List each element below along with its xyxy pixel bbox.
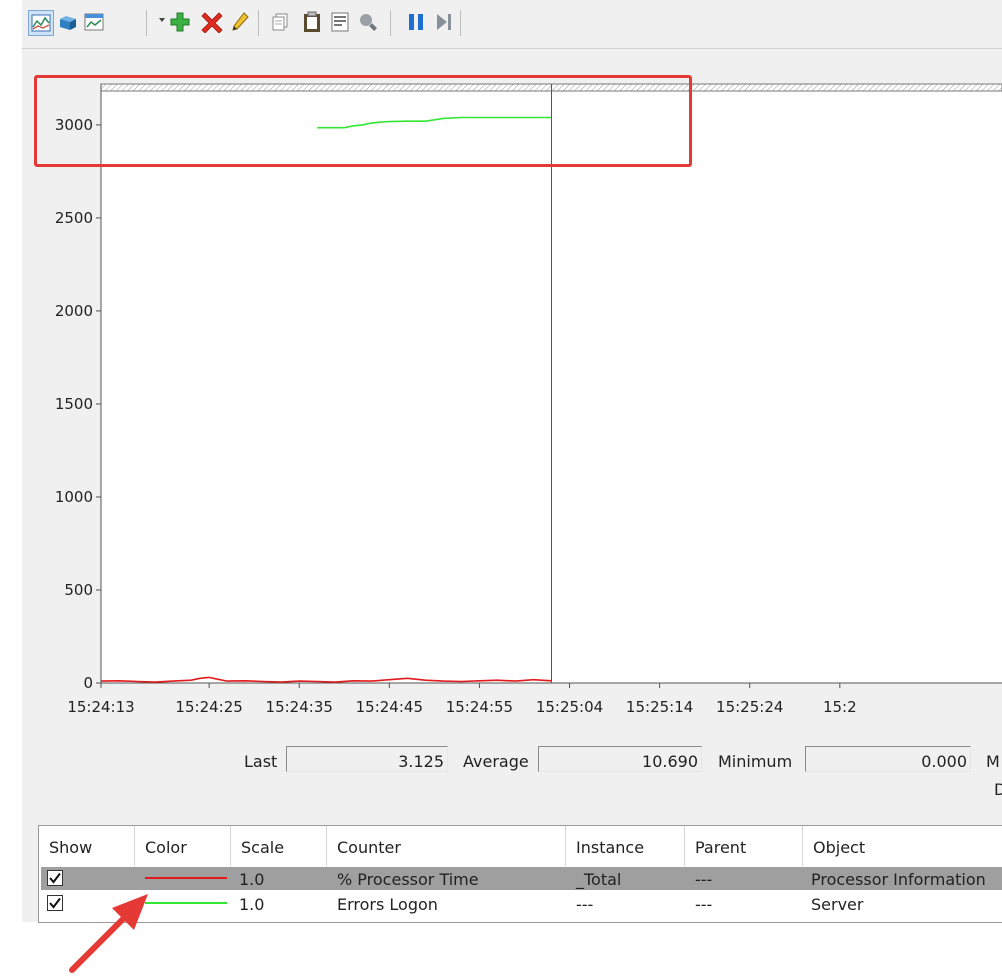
- counter-cell: Errors Logon: [337, 895, 438, 914]
- counter-legend-table: Show Color Scale Counter Instance Parent…: [38, 825, 1002, 923]
- x-tick-label: 15:24:45: [356, 698, 423, 716]
- copy-properties-icon[interactable]: [268, 10, 292, 34]
- x-tick-label: 15:24:13: [67, 698, 134, 716]
- last-value: 3.125: [398, 752, 444, 771]
- average-value: 10.690: [642, 752, 698, 771]
- duration-label: D: [994, 780, 1002, 799]
- table-row[interactable]: 1.0 Errors Logon --- --- Server: [41, 892, 1002, 915]
- scale-cell: 1.0: [239, 895, 265, 914]
- y-tick-label: 2000: [55, 302, 93, 320]
- maximum-label: M: [986, 752, 1000, 771]
- highlight-icon[interactable]: [228, 10, 252, 34]
- column-header-show[interactable]: Show: [39, 826, 135, 866]
- delete-counter-icon[interactable]: [200, 10, 224, 34]
- legend-header: Show Color Scale Counter Instance Parent…: [39, 826, 1002, 866]
- table-row[interactable]: 1.0 % Processor Time _Total --- Processo…: [41, 867, 1002, 890]
- column-header-parent[interactable]: Parent: [685, 826, 803, 866]
- x-tick-label: 15:25:24: [716, 698, 783, 716]
- arrow-annotation-icon: [69, 894, 148, 973]
- add-counter-icon[interactable]: [168, 10, 192, 34]
- x-tick-label: 15:24:25: [175, 698, 242, 716]
- average-label: Average: [463, 752, 529, 771]
- y-tick-label: 1000: [55, 488, 93, 506]
- view-graph-icon[interactable]: [28, 10, 54, 36]
- column-header-color[interactable]: Color: [135, 826, 231, 866]
- parent-cell: ---: [695, 870, 713, 889]
- scale-cell: 1.0: [239, 870, 265, 889]
- instance-cell: _Total: [576, 870, 622, 889]
- instance-cell: ---: [576, 895, 594, 914]
- y-tick-label: 500: [64, 581, 93, 599]
- x-tick-label: 15:24:55: [446, 698, 513, 716]
- column-header-instance[interactable]: Instance: [566, 826, 685, 866]
- zoom-icon[interactable]: [356, 10, 380, 34]
- view-histogram-icon[interactable]: [56, 10, 80, 34]
- x-tick-label: 15:2: [823, 698, 857, 716]
- toolbar-separator: [146, 10, 147, 36]
- paste-counter-list-icon[interactable]: [300, 10, 324, 34]
- properties-icon[interactable]: [328, 10, 352, 34]
- toolbar-separator: [460, 10, 461, 36]
- toolbar-separator: [258, 10, 259, 36]
- last-label: Last: [244, 752, 278, 771]
- y-tick-label: 2500: [55, 209, 93, 227]
- column-header-counter[interactable]: Counter: [327, 826, 566, 866]
- minimum-value: 0.000: [921, 752, 967, 771]
- update-data-icon[interactable]: [432, 10, 456, 34]
- counter-cell: % Processor Time: [337, 870, 479, 889]
- y-tick-label: 0: [83, 674, 93, 692]
- x-tick-label: 15:25:14: [626, 698, 693, 716]
- object-cell: Processor Information: [811, 870, 986, 889]
- column-header-object[interactable]: Object: [803, 826, 1002, 866]
- object-cell: Server: [811, 895, 864, 914]
- x-tick-label: 15:24:35: [266, 698, 333, 716]
- y-tick-label: 1500: [55, 395, 93, 413]
- highlight-box-annotation: [34, 75, 692, 167]
- freeze-display-icon[interactable]: [404, 10, 428, 34]
- dropdown-arrow-icon[interactable]: [159, 18, 165, 22]
- parent-cell: ---: [695, 895, 713, 914]
- x-tick-label: 15:25:04: [536, 698, 603, 716]
- column-header-scale[interactable]: Scale: [231, 826, 327, 866]
- toolbar-separator: [390, 10, 391, 36]
- minimum-label: Minimum: [718, 752, 793, 771]
- toolbar: [22, 0, 1002, 49]
- change-graph-type-icon[interactable]: [82, 10, 106, 34]
